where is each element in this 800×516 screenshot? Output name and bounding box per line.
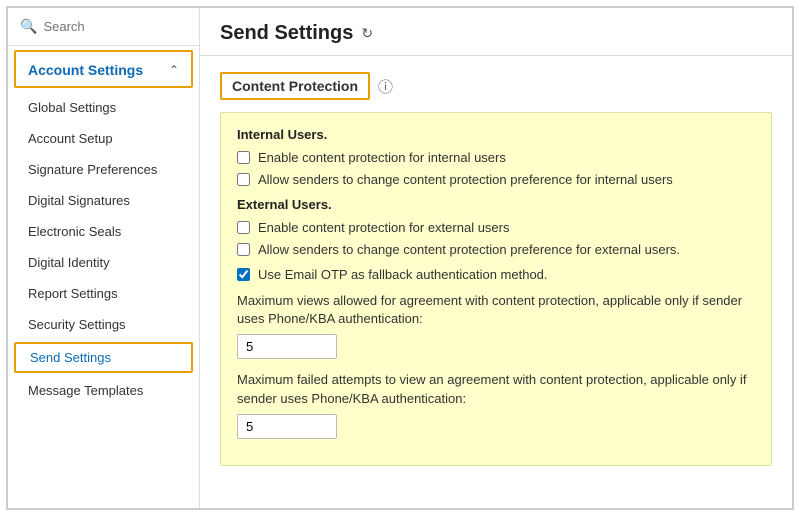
external-checkbox-2[interactable] [237,243,250,256]
external-checkbox-1-label: Enable content protection for external u… [258,220,509,235]
external-checkbox-1-row: Enable content protection for external u… [237,220,755,235]
max-views-description: Maximum views allowed for agreement with… [237,292,755,328]
help-icon[interactable]: ⓘ [378,76,393,97]
external-checkbox-2-label: Allow senders to change content protecti… [258,242,680,257]
content-protection-panel: Internal Users. Enable content protectio… [220,112,772,466]
sidebar-item-report-settings[interactable]: Report Settings [8,278,199,309]
internal-checkbox-2-label: Allow senders to change content protecti… [258,172,673,187]
search-bar: 🔍 [8,8,199,46]
sidebar: 🔍 Account Settings ⌃ Global SettingsAcco… [8,8,200,508]
internal-checkbox-1-label: Enable content protection for internal u… [258,150,506,165]
sidebar-item-digital-identity[interactable]: Digital Identity [8,247,199,278]
sidebar-item-account-setup[interactable]: Account Setup [8,123,199,154]
otp-checkbox-row: Use Email OTP as fallback authentication… [237,267,755,282]
otp-checkbox-label: Use Email OTP as fallback authentication… [258,267,548,282]
sidebar-item-message-templates[interactable]: Message Templates [8,375,199,406]
external-checkbox-1[interactable] [237,221,250,234]
content-area: Content Protection ⓘ Internal Users. Ena… [200,56,792,508]
main-content: Send Settings ↻ Content Protection ⓘ Int… [200,8,792,508]
section-header: Content Protection ⓘ [220,72,772,100]
internal-checkbox-1[interactable] [237,151,250,164]
sidebar-item-send-settings[interactable]: Send Settings [14,342,193,373]
max-views-input[interactable] [237,334,337,359]
sidebar-nav: Global SettingsAccount SetupSignature Pr… [8,90,199,508]
internal-checkbox-1-row: Enable content protection for internal u… [237,150,755,165]
sidebar-item-digital-signatures[interactable]: Digital Signatures [8,185,199,216]
sidebar-item-signature-preferences[interactable]: Signature Preferences [8,154,199,185]
external-users-title: External Users. [237,197,755,212]
page-title-bar: Send Settings ↻ [200,8,792,56]
max-failed-description: Maximum failed attempts to view an agree… [237,371,755,407]
sidebar-item-security-settings[interactable]: Security Settings [8,309,199,340]
max-failed-input[interactable] [237,414,337,439]
account-settings-label: Account Settings [28,62,143,78]
search-icon: 🔍 [20,18,37,35]
search-input[interactable] [43,19,187,34]
otp-checkbox[interactable] [237,268,250,281]
internal-users-title: Internal Users. [237,127,755,142]
internal-checkbox-2[interactable] [237,173,250,186]
chevron-up-icon: ⌃ [169,63,179,77]
internal-checkbox-2-row: Allow senders to change content protecti… [237,172,755,187]
refresh-icon[interactable]: ↻ [361,25,373,42]
sidebar-item-global-settings[interactable]: Global Settings [8,92,199,123]
external-checkbox-2-row: Allow senders to change content protecti… [237,242,755,257]
sidebar-item-electronic-seals[interactable]: Electronic Seals [8,216,199,247]
section-title: Content Protection [220,72,370,100]
account-settings-header[interactable]: Account Settings ⌃ [14,50,193,88]
page-title: Send Settings [220,22,353,45]
